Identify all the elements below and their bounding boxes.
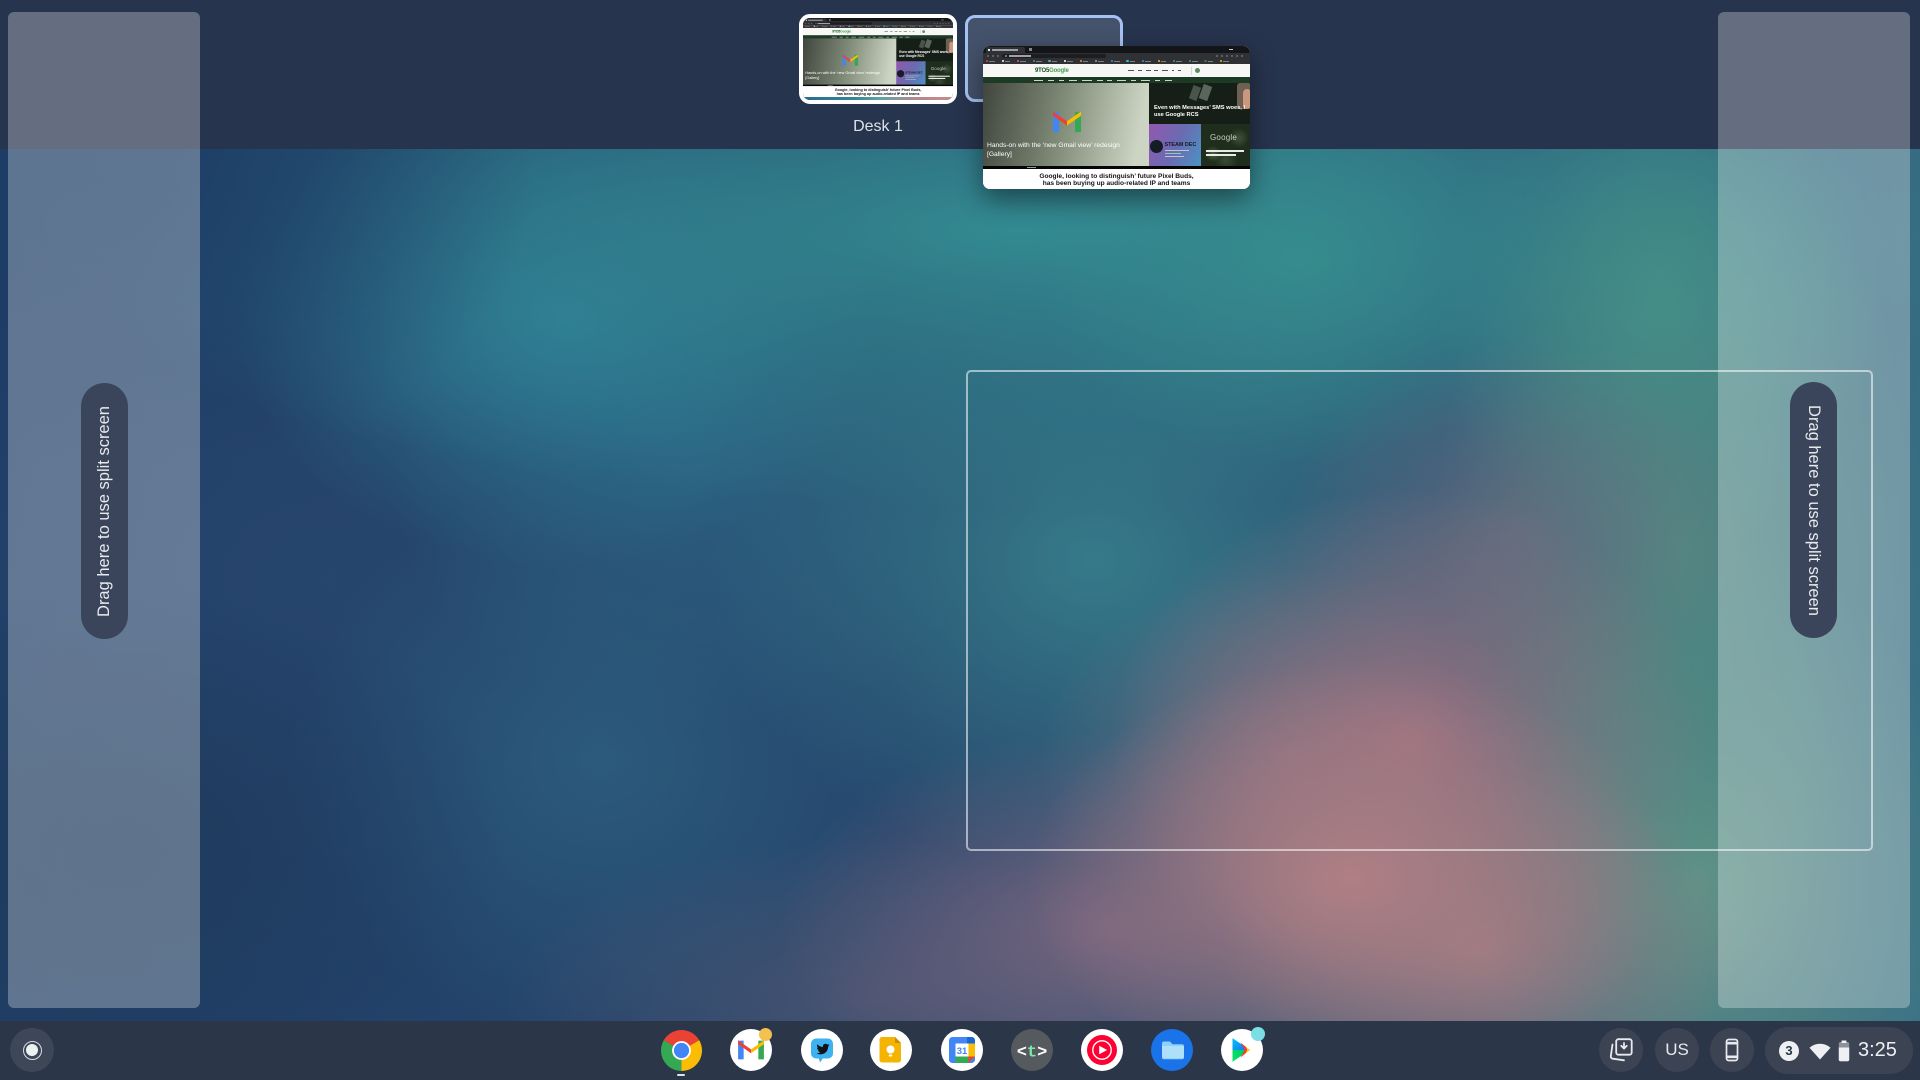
svg-text:31: 31 [957, 1046, 968, 1057]
svg-text:<t>: <t> [1017, 1044, 1048, 1063]
